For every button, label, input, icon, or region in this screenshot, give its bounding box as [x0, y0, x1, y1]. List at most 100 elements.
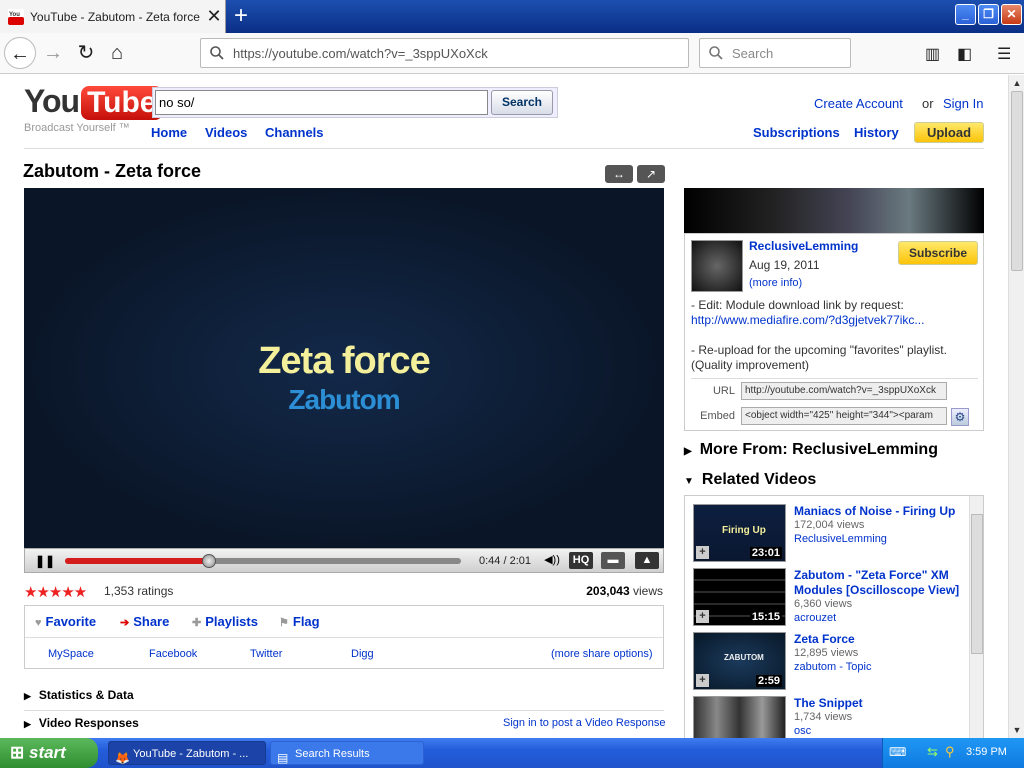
close-window-button[interactable]: ✕ — [1001, 4, 1022, 25]
favorite-button[interactable]: ♥ Favorite — [35, 614, 96, 629]
sign-in-link[interactable]: Sign In — [943, 96, 983, 111]
view-count-number: 203,043 — [586, 584, 630, 598]
rating-stars[interactable]: ★★★★★ — [24, 583, 87, 601]
browser-tab[interactable]: You YouTube - Zabutom - Zeta force ✕ — [0, 0, 226, 33]
add-to-quicklist-icon[interactable]: + — [696, 610, 709, 623]
page-scroll-thumb[interactable] — [1011, 91, 1023, 271]
hq-button[interactable]: HQ — [569, 552, 593, 569]
history-link[interactable]: History — [854, 125, 899, 140]
taskbar-item-search[interactable]: ▤ Search Results — [270, 741, 424, 765]
related-scrollbar[interactable] — [969, 496, 983, 738]
youtube-logo[interactable]: You Tube Broadcast Yourself ™ — [24, 83, 163, 134]
keyboard-icon[interactable]: ⌨ — [889, 745, 906, 759]
share-digg[interactable]: Digg — [351, 648, 374, 660]
list-item[interactable]: 15:15 + Zabutom - "Zeta Force" XM Module… — [693, 568, 968, 632]
forward-button[interactable]: → — [37, 37, 69, 69]
video-duration: 2:59 — [755, 675, 782, 687]
widescreen-icon[interactable]: ▬ — [601, 552, 625, 569]
new-tab-button[interactable]: + — [229, 3, 253, 29]
list-item[interactable]: ZABUTOM 2:59 + Zeta Force 12,895 views z… — [693, 632, 968, 696]
menu-icon[interactable]: ☰ — [997, 44, 1011, 64]
scroll-down-icon[interactable]: ▼ — [1009, 722, 1024, 738]
library-icon[interactable]: ▥ — [925, 44, 940, 64]
related-title[interactable]: Maniacs of Noise - Firing Up — [794, 504, 966, 519]
create-account-link[interactable]: Create Account — [814, 96, 903, 111]
video-thumbnail[interactable] — [693, 696, 786, 738]
related-title[interactable]: Zabutom - "Zeta Force" XM Modules [Oscil… — [794, 568, 966, 598]
related-videos-heading[interactable]: ▼ Related Videos — [684, 471, 816, 489]
pause-icon[interactable]: ❚❚ — [35, 554, 55, 568]
related-videos-list: Firing Up 23:01 + Maniacs of Noise - Fir… — [684, 495, 984, 738]
list-item[interactable]: The Snippet 1,734 views osc — [693, 696, 968, 738]
embed-settings-gear-icon[interactable]: ⚙ — [951, 408, 969, 426]
nav-videos[interactable]: Videos — [205, 125, 247, 140]
minimize-window-button[interactable]: _ — [955, 4, 976, 25]
related-title[interactable]: The Snippet — [794, 696, 966, 711]
back-button[interactable]: ← — [4, 37, 36, 69]
subscribe-button[interactable]: Subscribe — [898, 241, 978, 265]
related-scroll-thumb[interactable] — [971, 514, 983, 654]
video-thumbnail[interactable]: 15:15 + — [693, 568, 786, 626]
url-bar[interactable]: https://youtube.com/watch?v=_3sppUXoXck — [200, 38, 689, 68]
description-link[interactable]: http://www.mediafire.com/?d3gjetvek77ikc… — [691, 313, 924, 327]
browser-toolbar: ← → ↻ ⌂ https://youtube.com/watch?v=_3sp… — [0, 33, 1024, 74]
channel-name[interactable]: ReclusiveLemming — [749, 239, 858, 253]
seek-bar[interactable] — [65, 554, 461, 568]
start-button[interactable]: ⊞ start — [0, 738, 98, 768]
logo-tagline: Broadcast Yourself ™ — [24, 122, 130, 134]
upload-date: Aug 19, 2011 — [749, 258, 820, 272]
add-to-quicklist-icon[interactable]: + — [696, 546, 709, 559]
upload-button[interactable]: Upload — [914, 122, 984, 143]
share-myspace[interactable]: MySpace — [48, 648, 94, 660]
popout-icon[interactable]: ↗ — [637, 165, 665, 183]
box-divider — [691, 378, 978, 379]
network-icon[interactable]: ⇆ — [927, 744, 938, 760]
volume-icon[interactable]: ◀)) — [541, 552, 563, 569]
channel-avatar[interactable] — [691, 240, 743, 292]
related-channel[interactable]: zabutom - Topic — [794, 661, 871, 673]
section-divider — [24, 710, 664, 711]
playlists-button[interactable]: ✚ Playlists — [192, 614, 258, 629]
flag-button[interactable]: ⚑ Flag — [279, 614, 320, 629]
statistics-section[interactable]: ▶ Statistics & Data — [24, 688, 134, 702]
nav-home[interactable]: Home — [151, 125, 187, 140]
seek-handle[interactable] — [202, 554, 217, 568]
video-title: Zabutom - Zeta force — [23, 161, 202, 181]
browser-search-field[interactable]: Search — [699, 38, 851, 68]
site-search-input[interactable]: no so/ — [155, 90, 488, 115]
video-thumbnail[interactable]: ZABUTOM 2:59 + — [693, 632, 786, 690]
embed-code-field[interactable]: <object width="425" height="344"><param — [741, 407, 947, 425]
sidebar-icon[interactable]: ◧ — [957, 44, 972, 64]
home-icon[interactable]: ⌂ — [101, 37, 133, 69]
clock: 3:59 PM — [966, 746, 1007, 758]
expand-player-icon[interactable]: ↔ — [605, 165, 633, 183]
nav-channels[interactable]: Channels — [265, 125, 324, 140]
more-info-link[interactable]: (more info) — [749, 277, 802, 289]
subscriptions-link[interactable]: Subscriptions — [753, 125, 840, 140]
share-twitter[interactable]: Twitter — [250, 648, 282, 660]
video-responses-section[interactable]: ▶ Video Responses — [24, 716, 139, 730]
post-response-link[interactable]: Sign in to post a Video Response — [503, 717, 665, 729]
video-player[interactable]: Zeta force Zabutom — [24, 188, 664, 548]
related-channel[interactable]: osc — [794, 725, 811, 737]
more-from-heading[interactable]: ▶ More From: ReclusiveLemming — [684, 441, 938, 459]
search-tray-icon[interactable]: ⚲ — [945, 744, 955, 760]
list-item[interactable]: Firing Up 23:01 + Maniacs of Noise - Fir… — [693, 504, 968, 568]
fullscreen-icon[interactable]: ▲ — [635, 552, 659, 569]
scroll-up-icon[interactable]: ▲ — [1009, 75, 1024, 91]
site-search-button[interactable]: Search — [491, 90, 553, 115]
page-scrollbar[interactable]: ▲ ▼ — [1008, 75, 1024, 738]
close-tab-icon[interactable]: ✕ — [203, 6, 225, 27]
related-channel[interactable]: acrouzet — [794, 612, 836, 624]
share-button[interactable]: ➔ Share — [120, 614, 169, 629]
reload-button[interactable]: ↻ — [70, 37, 102, 69]
related-title[interactable]: Zeta Force — [794, 632, 966, 647]
restore-window-button[interactable]: ❐ — [978, 4, 999, 25]
share-url-field[interactable]: http://youtube.com/watch?v=_3sppUXoXck — [741, 382, 947, 400]
more-share-options[interactable]: (more share options) — [551, 648, 653, 660]
related-channel[interactable]: ReclusiveLemming — [794, 533, 887, 545]
taskbar-item-browser[interactable]: 🦊 YouTube - Zabutom - ... — [108, 741, 266, 765]
video-thumbnail[interactable]: Firing Up 23:01 + — [693, 504, 786, 562]
add-to-quicklist-icon[interactable]: + — [696, 674, 709, 687]
share-facebook[interactable]: Facebook — [149, 648, 197, 660]
